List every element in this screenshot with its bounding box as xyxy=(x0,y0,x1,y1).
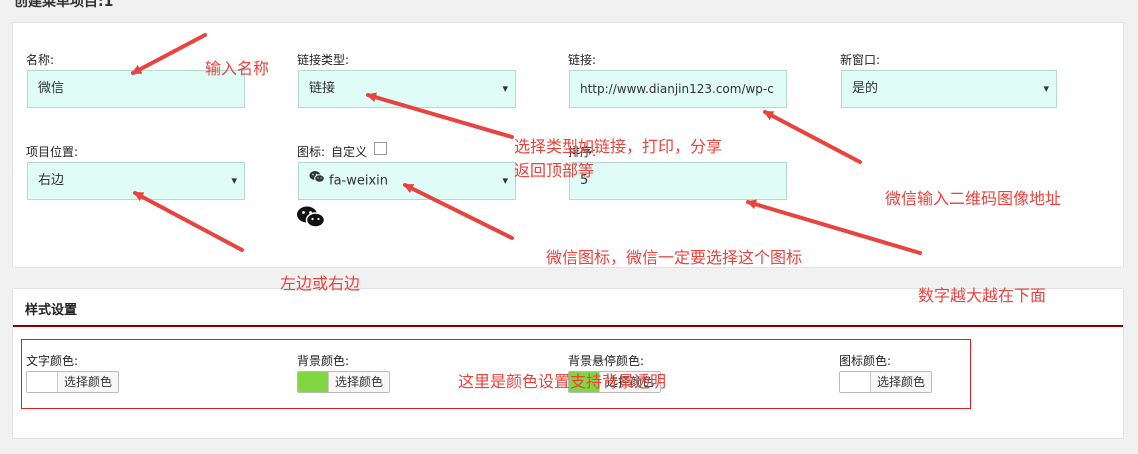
icon-color-picker[interactable]: 选择颜色 xyxy=(839,371,933,393)
position-select[interactable]: 右边 xyxy=(27,162,245,200)
link-type-select[interactable]: 链接 xyxy=(298,70,516,108)
bg-color-picker[interactable]: 选择颜色 xyxy=(297,371,391,393)
text-color-swatch xyxy=(27,372,58,392)
link-label: 链接: xyxy=(568,53,597,67)
position-label: 项目位置: xyxy=(26,145,79,159)
note-link: 微信输入二维码图像地址 xyxy=(885,189,1062,208)
name-label: 名称: xyxy=(26,53,55,67)
new-window-select[interactable]: 是的 xyxy=(841,70,1057,108)
choose-color-label: 选择颜色 xyxy=(64,375,113,389)
choose-color-label: 选择颜色 xyxy=(335,375,384,389)
note-link-type-2: 返回顶部等 xyxy=(514,161,595,180)
custom-icon-checkbox[interactable] xyxy=(374,142,387,155)
style-settings-title: 样式设置 xyxy=(25,303,78,318)
new-window-value: 是的 xyxy=(852,81,879,96)
note-order: 数字越大越在下面 xyxy=(918,286,1047,305)
icon-select[interactable]: fa-weixin xyxy=(298,162,516,200)
text-color-picker[interactable]: 选择颜色 xyxy=(26,371,120,393)
link-type-label: 链接类型: xyxy=(297,53,350,67)
icon-select-value: fa-weixin xyxy=(329,173,389,189)
icon-color-swatch xyxy=(840,372,871,392)
wechat-icon xyxy=(309,163,325,199)
bg-color-swatch xyxy=(298,372,329,392)
note-name: 输入名称 xyxy=(205,59,270,78)
wechat-icon-preview xyxy=(296,205,326,232)
section-divider xyxy=(13,325,1123,327)
icon-label: 图标: xyxy=(297,145,326,159)
new-window-label: 新窗口: xyxy=(840,53,881,67)
text-color-label: 文字颜色: xyxy=(26,354,79,368)
order-input[interactable]: 5 xyxy=(569,162,787,200)
link-input[interactable]: http://www.dianjin123.com/wp-c xyxy=(569,70,787,108)
custom-label: 自定义 xyxy=(331,145,368,159)
note-icon: 微信图标，微信一定要选择这个图标 xyxy=(546,248,803,267)
note-link-type-1: 选择类型如链接，打印，分享 xyxy=(514,137,723,156)
choose-color-label: 选择颜色 xyxy=(877,375,926,389)
style-settings-panel: 样式设置 文字颜色: 选择颜色 背景颜色: 选择颜色 背景悬停颜色: 选择颜色 … xyxy=(12,288,1124,439)
note-colors: 这里是颜色设置支持背景透明 xyxy=(458,372,667,391)
page-title: 创建菜单项目:1 xyxy=(14,0,114,10)
bg-color-label: 背景颜色: xyxy=(297,354,350,368)
bg-hover-color-label: 背景悬停颜色: xyxy=(568,354,645,368)
icon-color-label: 图标颜色: xyxy=(839,354,892,368)
note-position: 左边或右边 xyxy=(280,274,361,293)
link-type-value: 链接 xyxy=(309,81,336,96)
position-value: 右边 xyxy=(38,173,65,188)
